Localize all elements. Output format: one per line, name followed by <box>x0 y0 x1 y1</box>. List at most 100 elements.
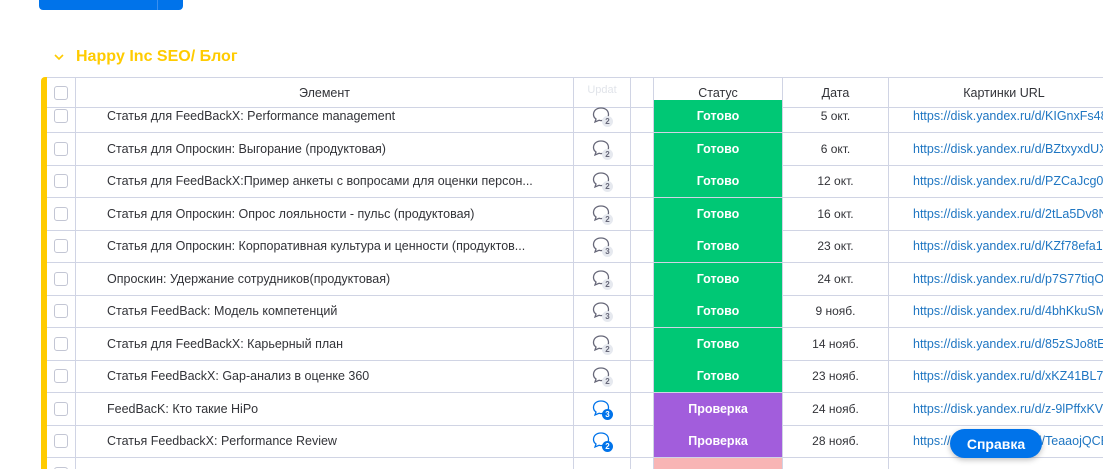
url-link[interactable]: https://disk.yandex.ru/d/4bhKkuSMSA <box>889 295 1103 327</box>
row-checkbox[interactable] <box>54 141 68 156</box>
row-checkbox[interactable] <box>54 174 68 188</box>
table-row[interactable]: Статья для Опроскин: Корпоративная культ… <box>47 230 1103 263</box>
status-label[interactable]: Готово <box>654 100 783 132</box>
updates-cell[interactable]: 2 <box>574 262 631 295</box>
table-row[interactable]: Статья FeedBackX: Gap-анализ в оценке 36… <box>47 360 1103 393</box>
table-row[interactable]: Статья FeedbackX: Performance Review 2 Про… <box>47 425 1103 458</box>
url-link[interactable]: https://disk.yandex.ru/d/z-9lPffxKV <box>889 393 1103 425</box>
status-label[interactable]: Готово <box>654 262 783 295</box>
url-link[interactable]: https://disk.yandex.ru/d/PZCaJcg0s <box>889 165 1103 197</box>
url-link[interactable] <box>889 458 1103 469</box>
updates-bubble-icon[interactable]: 2 <box>591 138 613 160</box>
updates-bubble-icon[interactable]: 2 <box>591 365 613 387</box>
item-name[interactable]: Статья для FeedBackX:Пример анкеты с воп… <box>76 165 574 197</box>
url-link[interactable]: https://disk.yandex.ru/d/p7S77tiqOL <box>889 263 1103 295</box>
updates-bubble-icon[interactable]: 2 <box>591 333 613 355</box>
status-label[interactable]: Готово <box>654 360 783 392</box>
url-link[interactable]: https://disk.yandex.ru/d/xKZ41BL7g <box>889 360 1103 392</box>
row-checkbox[interactable] <box>54 369 68 383</box>
date-cell[interactable]: 23 нояб. <box>783 360 889 392</box>
updates-bubble-icon[interactable]: 2 <box>591 105 613 127</box>
date-cell[interactable]: 5 окт. <box>783 100 889 132</box>
status-label[interactable]: Готово <box>654 197 783 230</box>
updates-cell[interactable]: 2 <box>574 165 631 197</box>
group-title[interactable]: Happy Inc SEO/ Блог <box>76 48 237 66</box>
new-item-button[interactable] <box>39 0 183 10</box>
row-checkbox-cell <box>47 360 76 392</box>
row-checkbox[interactable] <box>54 271 68 286</box>
status-label[interactable]: Готово <box>654 327 783 360</box>
updates-bubble-icon[interactable]: 3 <box>591 300 613 322</box>
updates-bubble-icon[interactable]: 2 <box>591 430 613 452</box>
updates-bubble-icon[interactable]: 3 <box>591 235 613 257</box>
updates-cell[interactable]: 2 <box>574 197 631 230</box>
date-cell[interactable]: 14 нояб. <box>783 327 889 360</box>
row-checkbox[interactable] <box>54 239 68 253</box>
table-row[interactable]: Статья для Опроскин: Опрос лояльности - … <box>47 197 1103 231</box>
table-row[interactable]: Статья FeedBack: Модель компетенций 3 Гото… <box>47 295 1103 328</box>
updates-bubble-icon[interactable]: 2 <box>591 170 613 192</box>
item-name[interactable]: FeedBacK: Кто такие HiPo <box>76 392 574 425</box>
status-label[interactable]: Проверка <box>654 425 783 457</box>
updates-cell[interactable]: 3 <box>574 230 631 262</box>
row-checkbox[interactable] <box>54 401 68 416</box>
table-row[interactable]: FeedBacK: Кто такие HiPo 3 Проверка 24 нояб… <box>47 392 1103 426</box>
date-cell[interactable]: 24 окт. <box>783 262 889 295</box>
status-label[interactable]: Готово <box>654 295 783 327</box>
updates-cell[interactable]: 3 <box>574 295 631 327</box>
url-link[interactable]: https://disk.yandex.ru/d/BZtxyxdUX3 <box>889 133 1103 165</box>
date-cell[interactable]: 16 окт. <box>783 197 889 230</box>
table-row[interactable] <box>47 457 1103 469</box>
item-name[interactable]: Опроскин: Удержание сотрудников(продукто… <box>76 262 574 295</box>
status-label[interactable]: Готово <box>654 230 783 262</box>
date-cell[interactable] <box>783 457 889 469</box>
table-row[interactable]: Статья для FeedBackX: Performance manage… <box>47 100 1103 133</box>
item-name[interactable]: Статья FeedBackX: Gap-анализ в оценке 36… <box>76 360 574 392</box>
table-row[interactable]: Статья для FeedBackX: Карьерный план 2 Гот… <box>47 327 1103 361</box>
item-name[interactable] <box>76 457 574 469</box>
updates-cell[interactable]: 2 <box>574 327 631 360</box>
item-name[interactable]: Статья для Опроскин: Опрос лояльности - … <box>76 197 574 230</box>
row-checkbox[interactable] <box>54 206 68 221</box>
date-cell[interactable]: 24 нояб. <box>783 392 889 425</box>
updates-cell[interactable]: 2 <box>574 360 631 392</box>
column-gap <box>631 262 654 295</box>
item-name[interactable]: Статья для FeedBackX: Карьерный план <box>76 327 574 360</box>
updates-cell[interactable]: 2 <box>574 132 631 165</box>
status-label[interactable]: Проверка <box>654 392 783 425</box>
item-name[interactable]: Статья FeedBack: Модель компетенций <box>76 295 574 327</box>
url-link[interactable]: https://disk.yandex.ru/d/KZf78efa1 <box>889 230 1103 262</box>
item-name[interactable]: Статья FeedbackX: Performance Review <box>76 425 574 457</box>
chevron-down-icon[interactable] <box>52 50 66 64</box>
item-name[interactable]: Статья для Опроскин: Выгорание (продукто… <box>76 132 574 165</box>
date-cell[interactable]: 12 окт. <box>783 165 889 197</box>
updates-cell[interactable] <box>574 457 631 469</box>
updates-bubble-icon[interactable]: 3 <box>591 398 613 420</box>
updates-bubble-icon[interactable]: 2 <box>591 268 613 290</box>
url-link[interactable]: https://disk.yandex.ru/d/2tLa5Dv8N <box>889 198 1103 230</box>
date-cell[interactable]: 9 нояб. <box>783 295 889 327</box>
row-checkbox[interactable] <box>54 434 68 448</box>
row-checkbox[interactable] <box>54 304 68 318</box>
item-name[interactable]: Статья для FeedBackX: Performance manage… <box>76 100 574 132</box>
table-row[interactable]: Статья для Опроскин: Выгорание (продукто… <box>47 132 1103 166</box>
updates-cell[interactable]: 2 <box>574 425 631 457</box>
updates-bubble-icon[interactable]: 2 <box>591 203 613 225</box>
table-row[interactable]: Статья для FeedBackX:Пример анкеты с воп… <box>47 165 1103 198</box>
updates-cell[interactable]: 2 <box>574 100 631 132</box>
url-link[interactable]: https://disk.yandex.ru/d/85zSJo8tE <box>889 328 1103 360</box>
status-label[interactable]: Готово <box>654 165 783 197</box>
date-cell[interactable]: 6 окт. <box>783 132 889 165</box>
url-link[interactable]: https://disk.yandex.ru/d/KIGnxFs489 <box>889 100 1103 132</box>
status-label[interactable]: Готово <box>654 132 783 165</box>
row-checkbox[interactable] <box>54 109 68 123</box>
item-name[interactable]: Статья для Опроскин: Корпоративная культ… <box>76 230 574 262</box>
updates-cell[interactable]: 3 <box>574 392 631 425</box>
date-cell[interactable]: 28 нояб. <box>783 425 889 457</box>
row-checkbox[interactable] <box>54 336 68 351</box>
select-all-checkbox[interactable] <box>54 85 68 100</box>
help-button[interactable]: Справка <box>950 429 1042 458</box>
date-cell[interactable]: 23 окт. <box>783 230 889 262</box>
table-row[interactable]: Опроскин: Удержание сотрудников(продукто… <box>47 262 1103 296</box>
status-label[interactable] <box>654 457 783 469</box>
